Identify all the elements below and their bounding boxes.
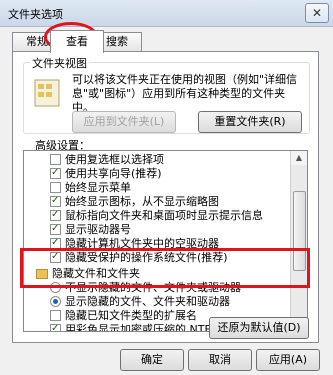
folder-view-description: 可以将该文件夹正在使用的视图（例如"详细信 息"或"图标"）应用到所有这种类型的…: [72, 73, 298, 114]
advanced-settings-list[interactable]: 使用复选框以选择项 使用共享向导(推荐) 始终显示菜单 始终显示图标，从不显示缩…: [23, 150, 308, 332]
title-bar: 文件夹选项 ✕: [0, 0, 333, 27]
radio-button[interactable]: [50, 295, 61, 307]
list-item[interactable]: 使用复选框以选择项: [50, 153, 164, 167]
checkbox[interactable]: [50, 153, 61, 165]
folder-view-group: 文件夹视图 可以将该文件夹正在使用的视图（例如"详细信 息"或"图标"）应用到所…: [23, 55, 310, 134]
scroll-up-arrow-icon[interactable]: ▲: [291, 151, 307, 165]
folder-view-group-title: 文件夹视图: [30, 55, 89, 71]
view-tab-panel: 文件夹视图 可以将该文件夹正在使用的视图（例如"详细信 息"或"图标"）应用到所…: [12, 51, 319, 343]
cancel-button[interactable]: 取消: [188, 349, 252, 371]
list-item[interactable]: 鼠标指向文件夹和桌面项时显示提示信息: [50, 208, 263, 223]
checkbox[interactable]: [50, 166, 61, 180]
checkbox[interactable]: [50, 322, 61, 331]
ok-button[interactable]: 确定: [120, 349, 184, 371]
folder-view-icon: [34, 79, 60, 107]
window-title: 文件夹选项: [8, 8, 63, 21]
scroll-thumb[interactable]: [293, 191, 306, 271]
restore-defaults-button[interactable]: 还原为默认值(D): [209, 317, 309, 339]
folder-icon: [36, 269, 48, 279]
list-item[interactable]: 使用共享向导(推荐): [50, 166, 162, 181]
apply-to-folders-button[interactable]: 应用到文件夹(L): [72, 111, 176, 133]
list-item[interactable]: 始终显示图标，从不显示缩略图: [50, 194, 219, 209]
tab-view[interactable]: 查看: [50, 30, 104, 53]
list-item[interactable]: 隐藏已知文件类型的扩展名: [50, 309, 197, 323]
checkbox[interactable]: [50, 222, 61, 236]
list-item[interactable]: 隐藏计算机文件夹中的空驱动器: [50, 236, 219, 251]
apply-button[interactable]: 应用(A): [256, 349, 320, 371]
checkbox[interactable]: [50, 208, 61, 222]
list-item-group: 隐藏文件和文件夹: [36, 267, 140, 281]
checkbox[interactable]: [50, 250, 61, 264]
list-item[interactable]: 始终显示菜单: [50, 181, 131, 195]
checkbox[interactable]: [50, 309, 61, 321]
checkbox[interactable]: [50, 181, 61, 193]
close-icon: ✕: [311, 6, 323, 20]
list-item[interactable]: 隐藏受保护的操作系统文件(推荐): [50, 250, 228, 265]
list-item[interactable]: 显示隐藏的文件、文件夹和驱动器: [50, 295, 230, 309]
reset-folders-button[interactable]: 重置文件夹(R): [198, 111, 302, 133]
checkbox[interactable]: [50, 236, 61, 250]
scrollbar[interactable]: ▲ ▼: [290, 151, 307, 331]
list-item[interactable]: 不显示隐藏的文件、文件夹或驱动器: [50, 281, 241, 295]
radio-button[interactable]: [50, 281, 61, 293]
list-item[interactable]: 显示驱动器号: [50, 222, 131, 237]
close-button[interactable]: ✕: [305, 3, 329, 23]
checkbox[interactable]: [50, 194, 61, 208]
